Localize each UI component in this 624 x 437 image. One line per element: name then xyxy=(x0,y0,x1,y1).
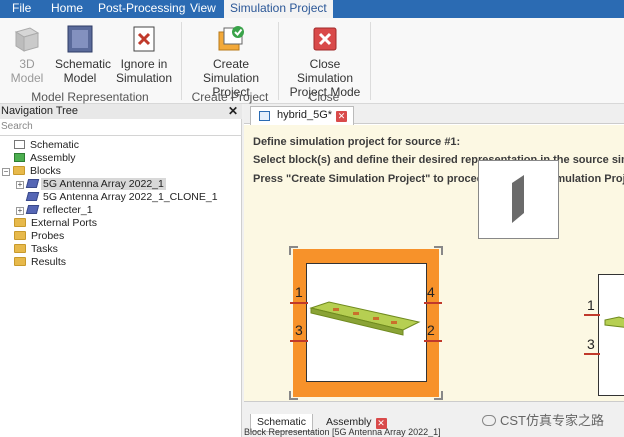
instruction-line-2: Select block(s) and define their desired… xyxy=(253,154,624,166)
tree-item-block-clone[interactable]: 5G Antenna Array 2022_1_CLONE_1 xyxy=(25,191,220,204)
tree-item-block-1[interactable]: +5G Antenna Array 2022_1 xyxy=(16,178,166,191)
reflector-block[interactable] xyxy=(478,160,559,239)
status-bar: Block Representation [5G Antenna Array 2… xyxy=(244,427,441,437)
group-label-model-representation: Model Representation xyxy=(31,90,149,104)
antenna-block-inner xyxy=(306,263,427,382)
wechat-icon xyxy=(482,415,496,426)
selection-corner xyxy=(434,391,443,400)
assembly-icon xyxy=(14,153,25,162)
port-line xyxy=(584,314,600,316)
folder-icon xyxy=(13,166,25,175)
project-icon xyxy=(259,111,270,121)
instruction-line-3: Press "Create Simulation Project" to pro… xyxy=(253,173,624,185)
schematic-model-icon xyxy=(65,24,95,54)
port-line xyxy=(424,340,442,342)
menu-post-processing[interactable]: Post-Processing xyxy=(92,0,191,18)
ignore-label-2: Simulation xyxy=(116,71,173,85)
ignore-icon xyxy=(129,24,159,54)
folder-icon xyxy=(14,244,26,253)
watermark: CST仿真专家之路 xyxy=(482,410,622,428)
expand-icon[interactable]: + xyxy=(16,207,24,215)
port-label-3: 3 xyxy=(587,336,595,352)
selection-corner xyxy=(289,246,298,255)
document-area: hybrid_5G* ✕ Define simulation project fo… xyxy=(244,104,624,437)
close-simulation-project-mode-button[interactable]: Close Simulation Project Mode xyxy=(281,24,369,99)
folder-icon xyxy=(14,231,26,240)
selection-corner xyxy=(434,246,443,255)
create-project-label-1: Create Simulation xyxy=(202,57,260,85)
block-icon xyxy=(25,205,40,214)
reflector-icon xyxy=(512,175,524,223)
3d-model-label: 3D Model xyxy=(10,57,44,85)
menu-home[interactable]: Home xyxy=(45,0,89,18)
menu-file[interactable]: File xyxy=(6,0,37,18)
tree-item-assembly[interactable]: Assembly xyxy=(14,152,78,165)
schematic-model-label-1: Schematic xyxy=(55,57,112,71)
search-input[interactable]: Search xyxy=(0,119,242,136)
document-tab-bar: hybrid_5G* ✕ xyxy=(244,104,624,125)
schematic-canvas[interactable]: Define simulation project for source #1:… xyxy=(244,125,624,401)
folder-icon xyxy=(14,257,26,266)
create-project-icon xyxy=(216,24,246,54)
navigation-tree-title: Navigation Tree xyxy=(1,105,79,117)
port-line xyxy=(584,353,600,355)
tree-item-schematic[interactable]: Schematic xyxy=(14,139,81,152)
tree-item-blocks[interactable]: − Blocks xyxy=(2,165,63,178)
menu-view[interactable]: View xyxy=(184,0,222,18)
close-icon[interactable]: ✕ xyxy=(228,104,238,118)
menu-bar: File Home Post-Processing View Simulatio… xyxy=(0,0,624,18)
folder-icon xyxy=(14,218,26,227)
group-label-close: Close xyxy=(308,90,340,104)
schematic-model-label-2: Model xyxy=(63,71,97,85)
ribbon-separator xyxy=(181,22,182,100)
antenna-array-icon xyxy=(604,316,624,328)
schematic-model-button[interactable]: Schematic Model xyxy=(55,24,112,85)
port-label-1: 1 xyxy=(587,297,595,313)
close-tab-icon[interactable]: ✕ xyxy=(336,111,348,122)
navigation-tree-header: Navigation Tree ✕ xyxy=(0,104,242,119)
antenna-array-icon xyxy=(309,301,421,336)
3d-model-button[interactable]: 3D Model xyxy=(2,24,52,85)
port-line xyxy=(290,340,308,342)
selected-antenna-block[interactable] xyxy=(293,249,439,397)
port-label-2: 2 xyxy=(427,322,435,338)
block-icon xyxy=(25,179,40,188)
port-label-4: 4 xyxy=(427,284,435,300)
collapse-icon[interactable]: − xyxy=(2,168,10,176)
block-icon xyxy=(25,192,40,201)
port-line xyxy=(290,302,308,304)
tab-title: hybrid_5G* xyxy=(277,109,333,121)
tree-item-probes[interactable]: Probes xyxy=(14,230,66,243)
tree-item-tasks[interactable]: Tasks xyxy=(14,243,60,256)
expand-icon[interactable]: + xyxy=(16,181,24,189)
ignore-in-simulation-button[interactable]: Ignore in Simulation xyxy=(116,24,172,85)
ribbon-separator xyxy=(278,22,279,100)
tree-item-results[interactable]: Results xyxy=(14,256,68,269)
3d-model-icon xyxy=(12,24,42,54)
menu-simulation-project[interactable]: Simulation Project xyxy=(224,0,333,18)
instruction-line-1: Define simulation project for source #1: xyxy=(253,136,461,148)
close-mode-label-1: Close Simulation xyxy=(296,57,354,85)
ribbon: 3D Model Schematic Model Ignore in Simul… xyxy=(0,18,624,104)
selection-corner xyxy=(289,391,298,400)
tree-item-reflecter[interactable]: + reflecter_1 xyxy=(16,204,95,217)
tree-item-external-ports[interactable]: External Ports xyxy=(14,217,99,230)
port-label-3: 3 xyxy=(295,322,303,338)
clone-antenna-block[interactable] xyxy=(598,274,624,396)
schematic-icon xyxy=(14,140,25,149)
navigation-tree-panel: Navigation Tree ✕ Search Schematic Assem… xyxy=(0,104,242,437)
port-line xyxy=(424,302,442,304)
ribbon-separator xyxy=(370,22,371,100)
tab-hybrid-5g[interactable]: hybrid_5G* ✕ xyxy=(250,106,355,125)
close-mode-icon xyxy=(310,24,340,54)
ignore-label-1: Ignore in xyxy=(120,57,168,71)
port-label-1: 1 xyxy=(295,284,303,300)
group-label-create-project: Create Project xyxy=(191,90,269,104)
create-simulation-project-button[interactable]: Create Simulation Project xyxy=(186,24,276,99)
